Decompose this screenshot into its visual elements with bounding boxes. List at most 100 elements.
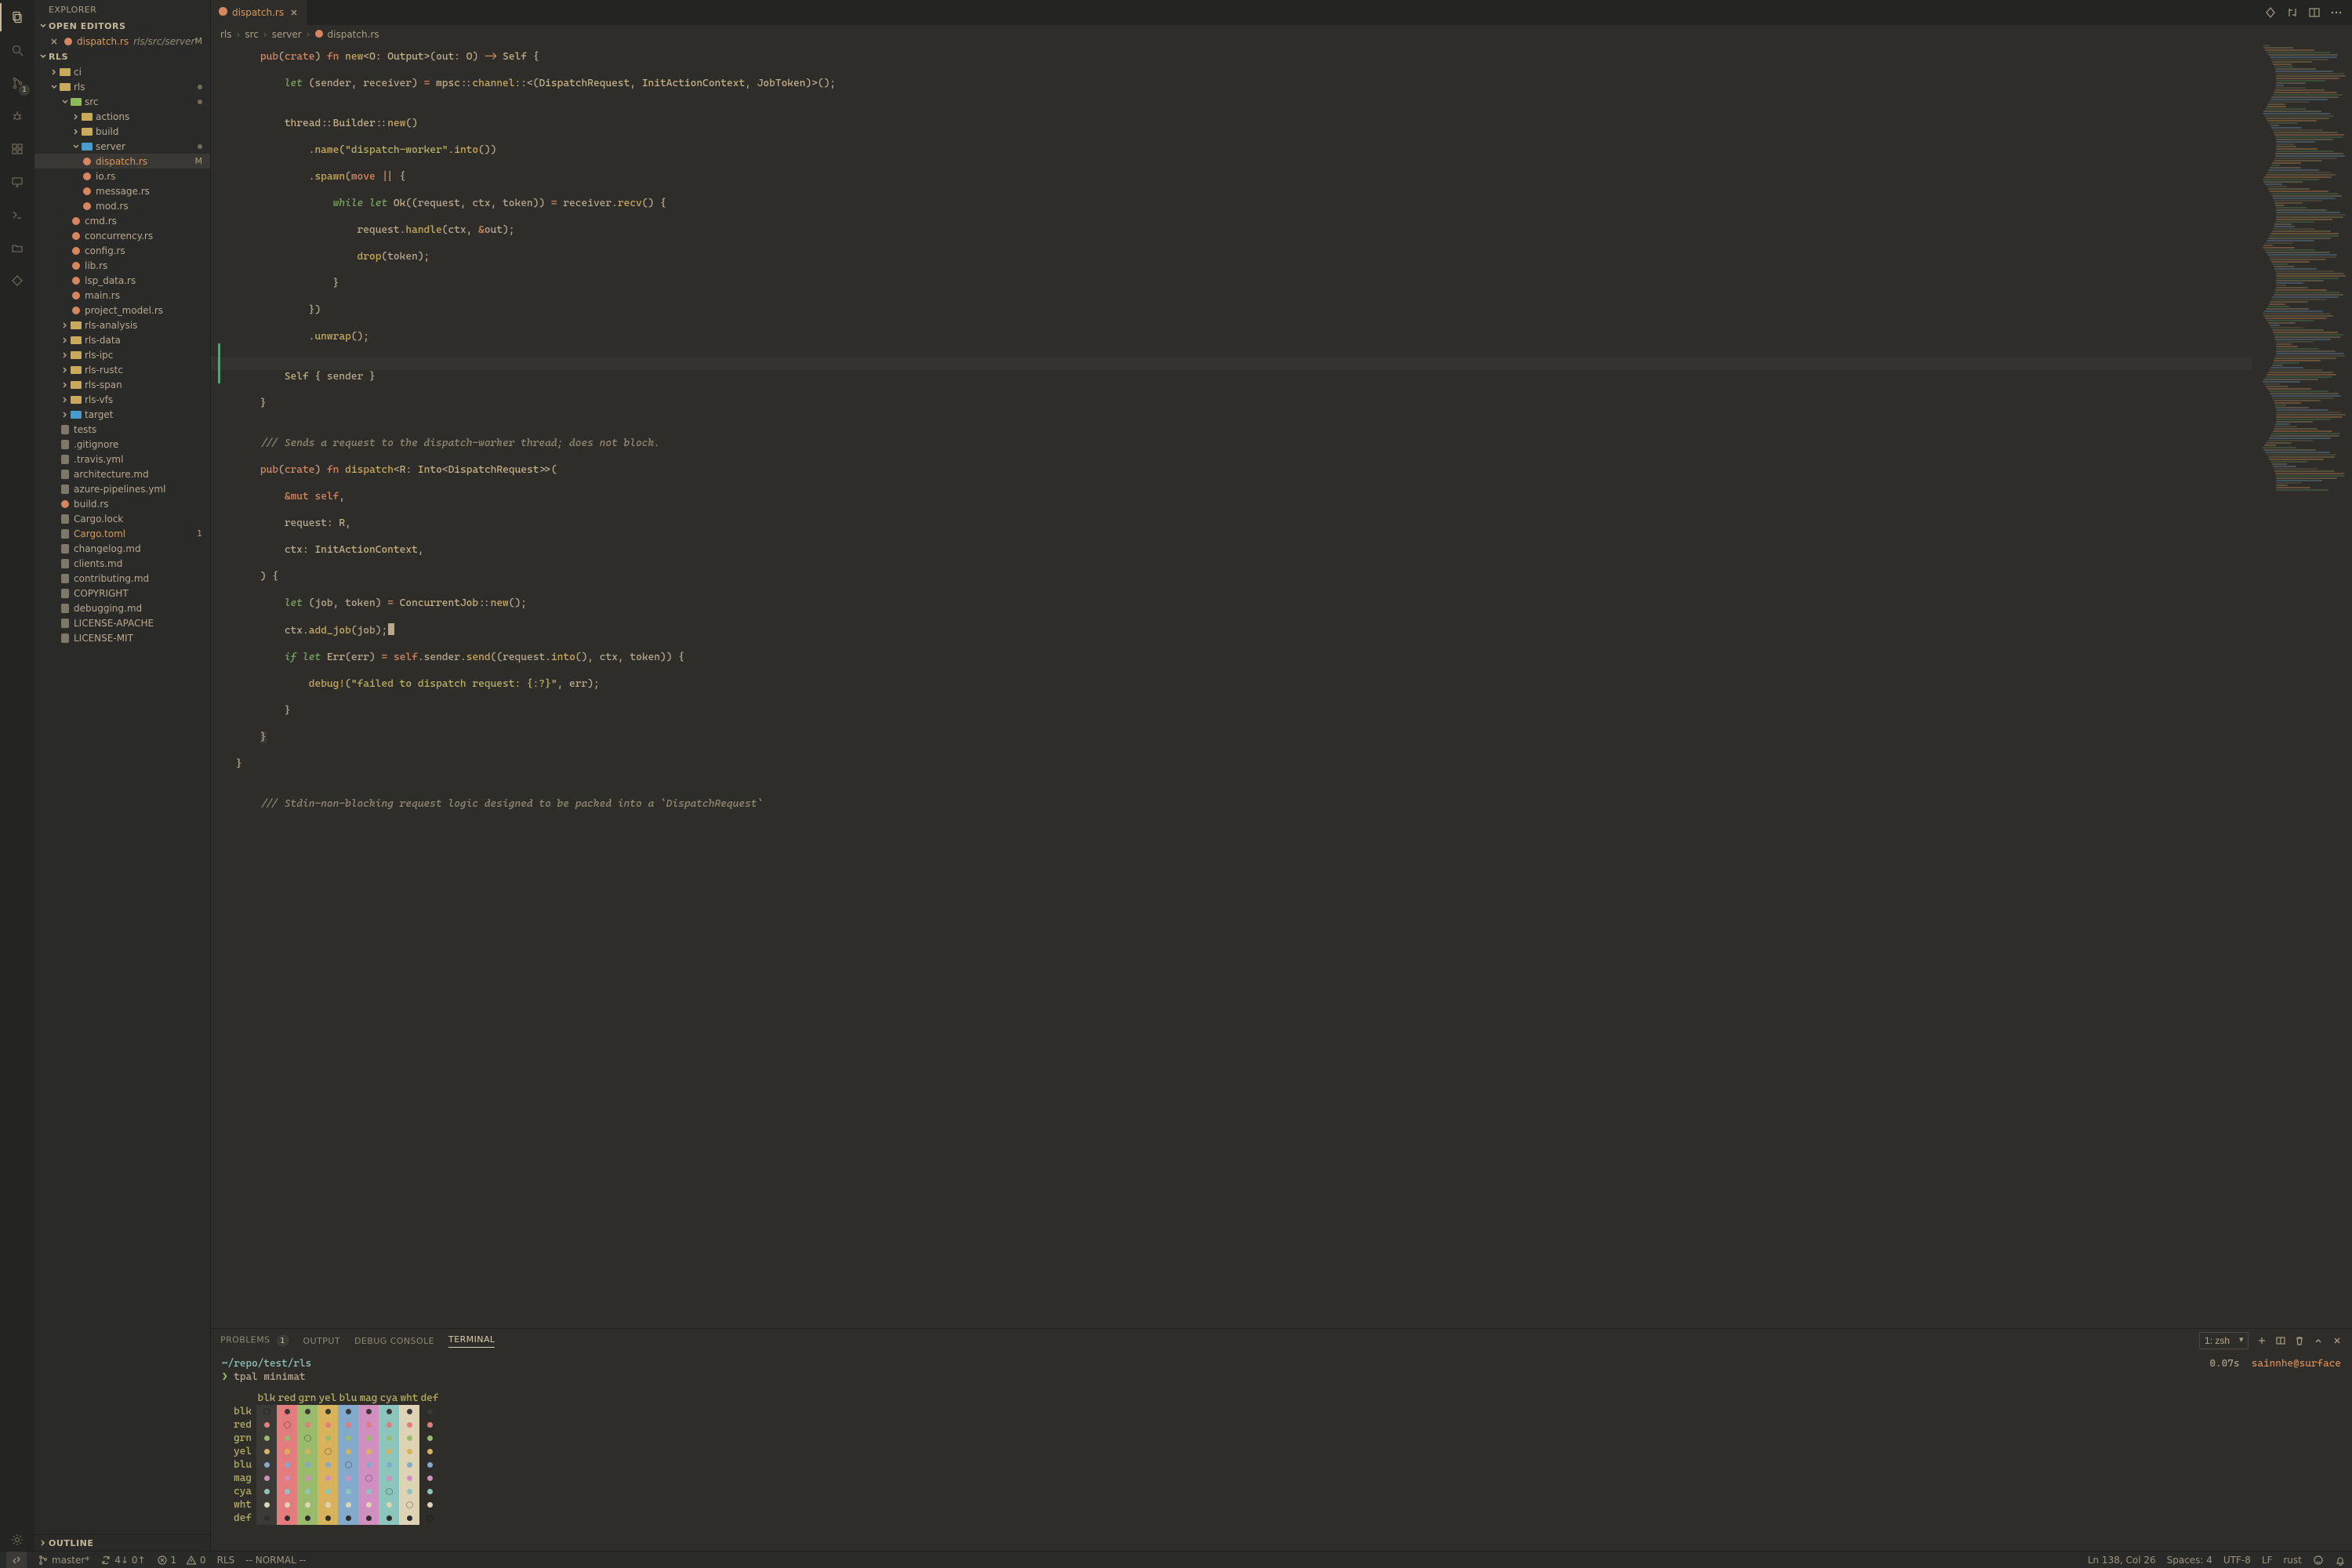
breadcrumb[interactable]: rls › src › server › dispatch.rs xyxy=(211,25,2352,44)
color-col-header: blk xyxy=(256,1392,277,1405)
activity-explorer[interactable] xyxy=(6,6,28,28)
activity-extensions[interactable] xyxy=(6,138,28,160)
tree-file[interactable]: .gitignore xyxy=(34,437,210,452)
tree-folder[interactable]: rls-span xyxy=(34,377,210,392)
color-swatch xyxy=(256,1432,277,1445)
status-encoding[interactable]: UTF-8 xyxy=(2223,1555,2251,1566)
activity-git-lens[interactable] xyxy=(6,270,28,292)
tree-file[interactable]: azure-pipelines.yml xyxy=(34,481,210,496)
tree-file[interactable]: dispatch.rsM xyxy=(34,154,210,169)
color-swatch xyxy=(318,1405,338,1418)
tree-file[interactable]: cmd.rs xyxy=(34,213,210,228)
tree-file[interactable]: message.rs xyxy=(34,183,210,198)
tab-close-icon[interactable] xyxy=(289,7,299,18)
tree-folder[interactable]: rls-vfs xyxy=(34,392,210,407)
outline-header[interactable]: OUTLINE xyxy=(34,1534,210,1551)
tree-file[interactable]: main.rs xyxy=(34,288,210,303)
tree-folder[interactable]: rls xyxy=(34,79,210,94)
activity-remote[interactable] xyxy=(6,171,28,193)
color-swatch xyxy=(318,1485,338,1498)
status-sync[interactable]: 4↓ 0↑ xyxy=(100,1555,145,1566)
toolbar-split-icon[interactable] xyxy=(2308,6,2321,19)
rust-file-icon xyxy=(71,305,82,316)
tree-file[interactable]: concurrency.rs xyxy=(34,228,210,243)
terminal-select[interactable]: 1: zsh xyxy=(2199,1332,2249,1349)
status-spaces[interactable]: Spaces: 4 xyxy=(2167,1555,2212,1566)
breadcrumb-seg[interactable]: server xyxy=(272,29,302,40)
activity-search[interactable] xyxy=(6,39,28,61)
open-editors-header[interactable]: OPEN EDITORS xyxy=(34,18,210,34)
status-branch[interactable]: master* xyxy=(38,1555,89,1566)
terminal-trash-icon[interactable] xyxy=(2294,1335,2305,1346)
status-bell-icon[interactable] xyxy=(2335,1555,2346,1566)
tree-file[interactable]: Cargo.toml1 xyxy=(34,526,210,541)
tree-file[interactable]: COPYRIGHT xyxy=(34,586,210,601)
breadcrumb-seg[interactable]: dispatch.rs xyxy=(328,29,379,40)
color-row-label: wht xyxy=(222,1498,256,1512)
tree-file[interactable]: clients.md xyxy=(34,556,210,571)
tree-file[interactable]: lib.rs xyxy=(34,258,210,273)
activity-debug[interactable] xyxy=(6,105,28,127)
panel-close-icon[interactable] xyxy=(2332,1335,2343,1346)
tree-file[interactable]: build.rs xyxy=(34,496,210,511)
tree-file[interactable]: project_model.rs xyxy=(34,303,210,318)
status-eol[interactable]: LF xyxy=(2262,1555,2273,1566)
panel-maximize-icon[interactable] xyxy=(2313,1335,2324,1346)
activity-settings[interactable] xyxy=(6,1529,28,1551)
status-rls[interactable]: RLS xyxy=(217,1555,235,1566)
tree-folder[interactable]: rls-ipc xyxy=(34,347,210,362)
panel-tab-output[interactable]: OUTPUT xyxy=(303,1336,340,1346)
tree-folder[interactable]: src xyxy=(34,94,210,109)
terminal-new-icon[interactable] xyxy=(2256,1335,2267,1346)
tab-dispatch[interactable]: dispatch.rs xyxy=(211,0,308,25)
activity-terminal[interactable] xyxy=(6,204,28,226)
tree-file[interactable]: mod.rs xyxy=(34,198,210,213)
tree-folder[interactable]: build xyxy=(34,124,210,139)
toolbar-more-icon[interactable] xyxy=(2330,6,2343,19)
tree-file[interactable]: lsp_data.rs xyxy=(34,273,210,288)
breadcrumb-seg[interactable]: src xyxy=(245,29,259,40)
breadcrumb-seg[interactable]: rls xyxy=(220,29,232,40)
tree-file[interactable]: LICENSE-APACHE xyxy=(34,615,210,630)
tree-file[interactable]: changelog.md xyxy=(34,541,210,556)
color-swatch xyxy=(277,1498,297,1512)
status-position[interactable]: Ln 138, Col 26 xyxy=(2088,1555,2156,1566)
minimap[interactable] xyxy=(2259,44,2352,1328)
tree-file[interactable]: LICENSE-MIT xyxy=(34,630,210,645)
panel-tab-problems[interactable]: PROBLEMS 1 xyxy=(220,1334,289,1347)
tree-file[interactable]: architecture.md xyxy=(34,466,210,481)
status-remote[interactable] xyxy=(6,1552,27,1568)
editor[interactable]: pub(crate) fn new<O: Output>(out: O) -> … xyxy=(211,44,2352,1328)
tree-folder[interactable]: rls-rustc xyxy=(34,362,210,377)
editor-content[interactable]: pub(crate) fn new<O: Output>(out: O) -> … xyxy=(236,50,2252,824)
tree-file[interactable]: io.rs xyxy=(34,169,210,183)
project-header[interactable]: RLS xyxy=(34,49,210,64)
tree-folder[interactable]: actions xyxy=(34,109,210,124)
terminal-body[interactable]: 0.07s sainnhe@surface ~/repo/test/rls ❯ … xyxy=(211,1352,2352,1551)
toolbar-compare-icon[interactable] xyxy=(2286,6,2299,19)
tree-folder[interactable]: server xyxy=(34,139,210,154)
tree-file[interactable]: tests xyxy=(34,422,210,437)
activity-scm[interactable]: 1 xyxy=(6,72,28,94)
panel-tab-debug[interactable]: DEBUG CONSOLE xyxy=(354,1336,434,1346)
open-editor-item[interactable]: dispatch.rs rls/src/server M xyxy=(34,34,210,49)
close-icon[interactable] xyxy=(49,36,60,47)
toolbar-diff-icon[interactable] xyxy=(2264,6,2277,19)
tree-file[interactable]: config.rs xyxy=(34,243,210,258)
status-errors[interactable]: 1 0 xyxy=(157,1555,206,1566)
status-language[interactable]: rust xyxy=(2284,1555,2303,1566)
chevron-icon xyxy=(60,350,71,361)
color-swatch xyxy=(419,1418,440,1432)
tree-folder[interactable]: rls-analysis xyxy=(34,318,210,332)
tree-folder[interactable]: rls-data xyxy=(34,332,210,347)
tree-file[interactable]: debugging.md xyxy=(34,601,210,615)
panel-tab-terminal[interactable]: TERMINAL xyxy=(448,1334,495,1348)
tree-file[interactable]: Cargo.lock xyxy=(34,511,210,526)
tree-file[interactable]: .travis.yml xyxy=(34,452,210,466)
activity-files[interactable] xyxy=(6,237,28,259)
tree-folder[interactable]: target xyxy=(34,407,210,422)
terminal-split-icon[interactable] xyxy=(2275,1335,2286,1346)
tree-file[interactable]: contributing.md xyxy=(34,571,210,586)
status-feedback-icon[interactable] xyxy=(2313,1555,2324,1566)
tree-folder[interactable]: ci xyxy=(34,64,210,79)
